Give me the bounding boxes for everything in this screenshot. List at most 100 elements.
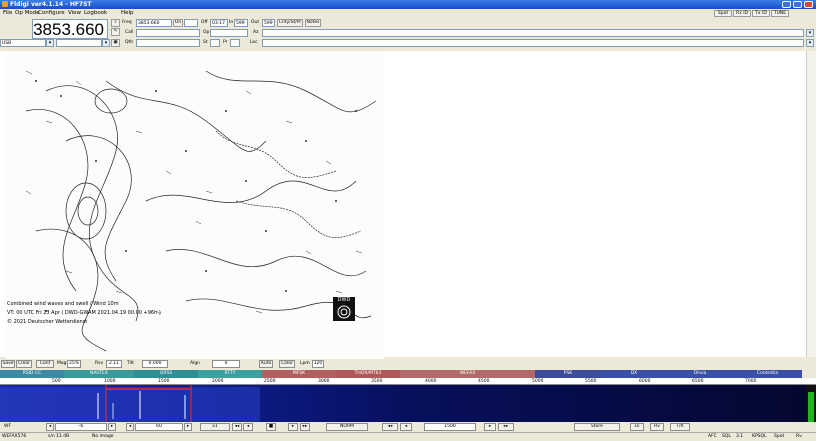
band-segment[interactable]: RSID CC: [0, 370, 64, 378]
locator-field[interactable]: [262, 39, 804, 47]
frequency-display[interactable]: 3853.660: [32, 19, 108, 39]
align-field[interactable]: 0: [212, 360, 240, 368]
band-segment[interactable]: RTTY: [198, 370, 262, 378]
band-segment[interactable]: PSK: [535, 370, 601, 378]
off-label: Off: [201, 20, 208, 25]
on-time-field[interactable]: [184, 19, 198, 27]
range-increase-icon[interactable]: ▸: [184, 423, 192, 431]
waterfall-graphic: [0, 385, 806, 422]
menu-view[interactable]: View: [68, 10, 81, 17]
band-segment[interactable]: MFSK: [262, 370, 336, 378]
lpm-field[interactable]: 120: [312, 360, 324, 368]
lock-button[interactable]: Lk: [630, 423, 644, 431]
auto-button[interactable]: Auto: [259, 360, 273, 368]
fft-decrease-icon[interactable]: ◂: [46, 423, 54, 431]
band-segment[interactable]: THOR/MT63: [336, 370, 400, 378]
state-field[interactable]: [210, 39, 220, 47]
tilt-field[interactable]: 0.000: [142, 360, 168, 368]
band-segment[interactable]: WEFAX: [400, 370, 535, 378]
mode-select[interactable]: USB: [0, 39, 46, 47]
lookup-icon[interactable]: ⌕: [111, 19, 120, 27]
freq-down-icon[interactable]: ◂◂: [382, 423, 398, 431]
fax-caption-title: Combined wind waves and swell / Wind 10m: [7, 301, 119, 307]
scale-tick: 3000: [318, 379, 330, 384]
on-button[interactable]: On: [173, 19, 183, 27]
tune-button[interactable]: TUNE: [771, 10, 789, 17]
align-label: Algn: [190, 361, 201, 366]
band-segment[interactable]: Olivia: [667, 370, 733, 378]
reverse-button[interactable]: Rv: [650, 423, 664, 431]
pause-icon[interactable]: ■: [266, 423, 276, 431]
zoom-button[interactable]: x1: [200, 423, 230, 431]
close-button[interactable]: [804, 1, 813, 8]
color-button[interactable]: Color: [279, 360, 295, 368]
range-value-field[interactable]: 60: [135, 423, 183, 431]
menu-help[interactable]: Help: [121, 10, 134, 17]
config-button[interactable]: Conf: [36, 360, 54, 368]
menu-bar: File Op Mode Configure View Logbook Help…: [0, 9, 816, 18]
menu-op-mode[interactable]: Op Mode: [15, 10, 40, 17]
band-segment[interactable]: DX: [601, 370, 667, 378]
save-qso-icon[interactable]: ▣: [111, 39, 120, 47]
range-decrease-icon[interactable]: ◂: [126, 423, 134, 431]
rxid-button[interactable]: Rx ID: [733, 10, 751, 17]
mag-select[interactable]: 25%: [67, 360, 81, 368]
norm-button[interactable]: NORM: [326, 423, 368, 431]
image-vertical-scrollbar[interactable]: [806, 51, 816, 357]
menu-file[interactable]: File: [3, 10, 12, 17]
txid-button[interactable]: Tx ID: [752, 10, 770, 17]
fft-increase-icon[interactable]: ▸: [108, 423, 116, 431]
save-image-button[interactable]: Save: [1, 360, 15, 368]
band-segment[interactable]: NAVTEX: [64, 370, 134, 378]
clear-qso-icon[interactable]: ✎: [111, 28, 120, 36]
prev-icon[interactable]: ◂: [243, 423, 253, 431]
out-label: Out: [251, 20, 260, 25]
freq-step-down-icon[interactable]: ◂: [400, 423, 412, 431]
province-field[interactable]: [230, 39, 240, 47]
off-time-field[interactable]: 03:17: [210, 19, 228, 27]
scale-tick: 500: [52, 379, 61, 384]
fft-value-field[interactable]: -6: [55, 423, 107, 431]
qso-freq-field[interactable]: 3853.660: [136, 19, 172, 27]
dwd-swirl-icon: [337, 305, 351, 319]
scale-tick: 5000: [532, 379, 544, 384]
signal-level-meter: [806, 385, 816, 422]
spot-button[interactable]: Spot: [714, 10, 732, 17]
store-button[interactable]: Store: [574, 423, 620, 431]
loc-dropdown-icon[interactable]: ▾: [806, 39, 814, 47]
title-bar: Fldigi ver4.1.14 - HF7ST: [0, 0, 816, 9]
band-segment[interactable]: QRSS: [134, 370, 198, 378]
call-field[interactable]: [136, 29, 200, 37]
maximize-button[interactable]: [793, 1, 802, 8]
next-icon[interactable]: ▸: [288, 423, 298, 431]
notes-field[interactable]: [262, 29, 804, 37]
mode-dropdown-icon[interactable]: ▾: [46, 39, 54, 47]
rsv-field[interactable]: 2.11: [106, 360, 122, 368]
bandwidth-select[interactable]: [56, 39, 102, 47]
scale-tick: 2500: [264, 379, 276, 384]
minimize-button[interactable]: [782, 1, 791, 8]
qth-field[interactable]: [136, 39, 200, 47]
cnty-button[interactable]: Cnty/St/Pr: [277, 19, 303, 27]
freq-step-up-icon[interactable]: ▸: [484, 423, 496, 431]
rst-out-field[interactable]: 599: [262, 19, 275, 27]
wefax-image-area: Combined wind waves and swell / Wind 10m…: [0, 51, 806, 381]
weather-chart-image: [6, 51, 384, 381]
rate-field[interactable]: 1500: [424, 423, 476, 431]
clear-image-button[interactable]: Clear: [16, 360, 32, 368]
rst-in-field[interactable]: 599: [234, 19, 248, 27]
waterfall-display[interactable]: [0, 385, 806, 422]
menu-configure[interactable]: Configure: [38, 10, 65, 17]
fast-forward-icon[interactable]: ▸▸: [300, 423, 310, 431]
menu-logbook[interactable]: Logbook: [84, 10, 107, 17]
rewind-icon[interactable]: ◂◂: [232, 423, 242, 431]
notes-dropdown-icon[interactable]: ▾: [806, 29, 814, 37]
tr-button[interactable]: T/R: [670, 423, 690, 431]
bandwidth-dropdown-icon[interactable]: ▾: [102, 39, 110, 47]
freq-up-icon[interactable]: ▸▸: [498, 423, 514, 431]
frequency-scale: 500 1000 1500 2000 2500 3000 3500 4000 4…: [0, 378, 816, 385]
op-field[interactable]: [210, 29, 248, 37]
notes-button[interactable]: Notes: [305, 19, 321, 27]
wefax-control-bar: Save Clear Conf Mag 25% Rsv 2.11 Tilt 0.…: [0, 359, 816, 370]
band-segment[interactable]: Contestia: [733, 370, 802, 378]
